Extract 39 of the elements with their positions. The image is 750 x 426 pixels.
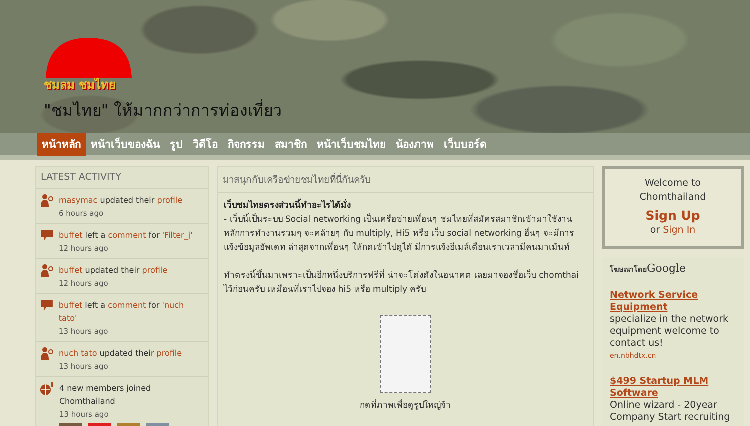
ad-description: Online wizard - 20year Company Start recruiting (610, 400, 732, 424)
welcome-text: Welcome to Chomthailand (638, 177, 708, 205)
globe-icon (40, 382, 54, 396)
image-caption: กดที่ภาพเพื่อดูรูปใหญ่จ้า (359, 399, 452, 413)
activity-text: buffet left a comment for 'Filter_j' (59, 230, 193, 242)
comment-icon (40, 299, 54, 312)
sign-up-link[interactable]: Sign Up (627, 209, 719, 223)
user-icon (40, 347, 54, 361)
content-paragraph: - เว็บนี้เป็นระบบ Social networking เป็นเครือข่ายเพื่อนๆ ชมไทยที่สมัครสมาชิกเข้ามาใช้งาน หลักการทำงานรวมๆ จะคล้ายๆ กับ multiply, Hi5 หรือ เว็บ social networking อื่นๆ จะมีการแจ้งข้อมูลอัพเดท ล่าสุดจากเพื่อนๆ ให้กดเข้าไปดูได้ มีการแจ้งอีเมล์เตือนเราเวลามีคนมาเม้นท์ (224, 213, 576, 255)
screenshot-thumbnail[interactable] (380, 315, 431, 393)
nav-tab[interactable]: วิดีโอ (188, 132, 223, 156)
panel-title: มาสนุกกับเครือข่ายชมไทยที่นี่กันครับ (218, 167, 593, 193)
activity-text: masymac updated their profile (59, 195, 183, 207)
content-heading: เว็บชมไทยตรงส่วนนี้ทำอะไรได้มั่ง (224, 199, 587, 213)
activity-text: buffet updated their profile (59, 265, 168, 277)
user-icon (40, 194, 54, 208)
nav-tab[interactable]: เว็บบอร์ด (439, 132, 492, 156)
nav-tab[interactable]: น้องภาพ (391, 132, 439, 156)
or-text: or (650, 225, 660, 236)
activity-text: 4 new members joined Chomthailand (59, 383, 152, 408)
ad-title-link[interactable]: $499 Startup MLM Software (610, 376, 739, 400)
ad-description: specialize in the network equipment welcome to contact us! (610, 314, 730, 350)
activity-text: buffet left a comment for 'nuch tato' (58, 300, 186, 325)
sign-in-link[interactable]: Sign In (663, 225, 696, 236)
nav-tab[interactable]: รูป (165, 132, 188, 156)
google-brand: Google (647, 262, 686, 275)
nav-tab[interactable]: สมาชิก (270, 132, 312, 156)
panel-title: LATEST ACTIVITY (36, 167, 208, 189)
site-tagline: "ชมไทย" ให้มากกว่าการท่องเที่ยว (44, 98, 283, 122)
user-icon (40, 264, 54, 278)
content-paragraph: ทำตรงนี้ขึ้นมาเพราะเป็นอีกหนึ่งบริการฟรีที่ น่าจะโด่งดังในอนาคต เลยมาจองชื่อเว็บ chomthai ไว้ก่อนครับ เหมือนที่เราไปจอง hi5 หรือ multiply ครับ (224, 269, 580, 297)
ad-title-link[interactable]: Network Service Equipment (610, 290, 739, 314)
nav-tab[interactable]: กิจกรรม (223, 132, 270, 156)
nav-tab[interactable]: หน้าเว็บของฉัน (86, 132, 165, 156)
activity-text: nuch tato updated their profile (59, 348, 182, 360)
nav-tab[interactable]: หน้าเว็บชมไทย (312, 132, 391, 156)
logo-text: ชมลม ชมไทย (44, 76, 116, 94)
comment-icon (40, 229, 54, 242)
nav-tab[interactable]: หน้าหลัก (37, 132, 86, 156)
